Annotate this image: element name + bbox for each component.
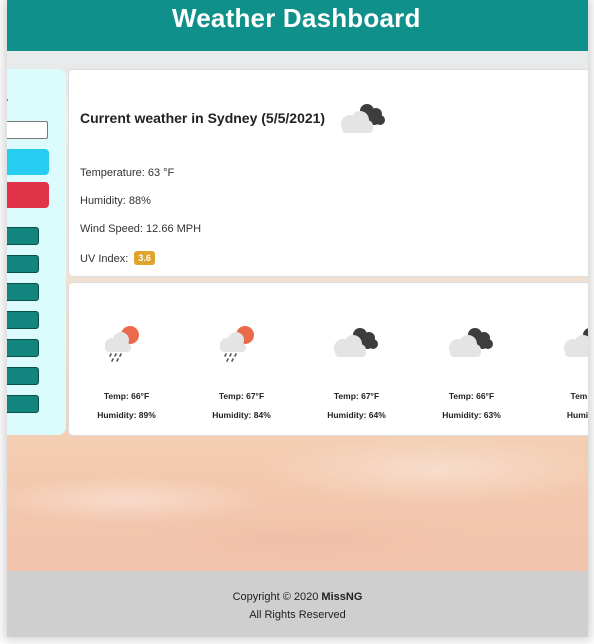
city-search-input[interactable]: [7, 121, 48, 139]
copyright-line: Copyright © 2020 MissNG: [7, 591, 588, 603]
app-window: Weather Dashboard y Current weather in S…: [7, 0, 588, 637]
history-city-button[interactable]: [7, 311, 39, 329]
current-weather-title: Current weather in Sydney (5/5/2021): [80, 110, 326, 126]
history-city-button[interactable]: [7, 395, 39, 413]
page-header: Weather Dashboard: [7, 0, 588, 51]
forecast-temp: Temp: 66°F: [103, 391, 150, 401]
current-weather-card: Current weather in Sydney (5/5/2021) Tem…: [68, 69, 588, 277]
forecast-humidity: Humidity: 63%: [442, 410, 501, 420]
forecast-temp: Temp: 66°F: [448, 391, 495, 401]
forecast-temp: Temp: 6: [570, 391, 588, 401]
five-day-forecast: Temp: 66°F Humidity: 89% Temp: 67°F Humi…: [68, 282, 588, 436]
forecast-temp: Temp: 67°F: [218, 391, 265, 401]
current-uv: UV Index: 3.6: [80, 251, 155, 265]
clear-history-button[interactable]: [7, 182, 49, 208]
forecast-temp: Temp: 67°F: [333, 391, 380, 401]
forecast-day: Temp: 67°F Humidity: 84%: [184, 321, 299, 421]
page-title: Weather Dashboard: [172, 3, 421, 33]
current-humidity: Humidity: 88%: [80, 195, 151, 207]
sun-rain-icon: [220, 326, 254, 362]
search-sidebar: y: [7, 69, 66, 435]
forecast-humidity: Humidity:: [566, 410, 588, 420]
cloudy-icon: [334, 328, 378, 357]
forecast-humidity: Humidity: 89%: [97, 410, 156, 420]
rights-text: All Rights Reserved: [249, 609, 346, 621]
author-name: MissNG: [321, 591, 363, 603]
history-city-button[interactable]: [7, 255, 39, 273]
page-footer: Copyright © 2020 MissNG All Rights Reser…: [7, 571, 588, 637]
sun-rain-icon: [105, 326, 139, 362]
uv-index-badge: 3.6: [134, 251, 155, 265]
forecast-humidity: Humidity: 84%: [212, 410, 271, 420]
forecast-day: Temp: 6 Humidity:: [529, 321, 588, 421]
copyright-text: Copyright © 2020: [232, 591, 319, 603]
forecast-day: Temp: 67°F Humidity: 64%: [299, 321, 414, 421]
sidebar-heading: y: [7, 91, 8, 117]
cloudy-icon: [341, 104, 385, 133]
forecast-day: Temp: 66°F Humidity: 89%: [69, 321, 184, 421]
history-city-button[interactable]: [7, 339, 39, 357]
uv-index-label: UV Index:: [80, 253, 129, 265]
history-city-button[interactable]: [7, 283, 39, 301]
current-temperature: Temperature: 63 °F: [80, 167, 175, 179]
current-wind-speed: Wind Speed: 12.66 MPH: [80, 223, 202, 235]
history-city-button[interactable]: [7, 367, 39, 385]
search-button[interactable]: [7, 149, 49, 175]
forecast-day: Temp: 66°F Humidity: 63%: [414, 321, 529, 421]
cloudy-icon: [564, 328, 588, 357]
history-city-button[interactable]: [7, 227, 39, 245]
forecast-humidity: Humidity: 64%: [327, 410, 386, 420]
cloudy-icon: [449, 328, 493, 357]
